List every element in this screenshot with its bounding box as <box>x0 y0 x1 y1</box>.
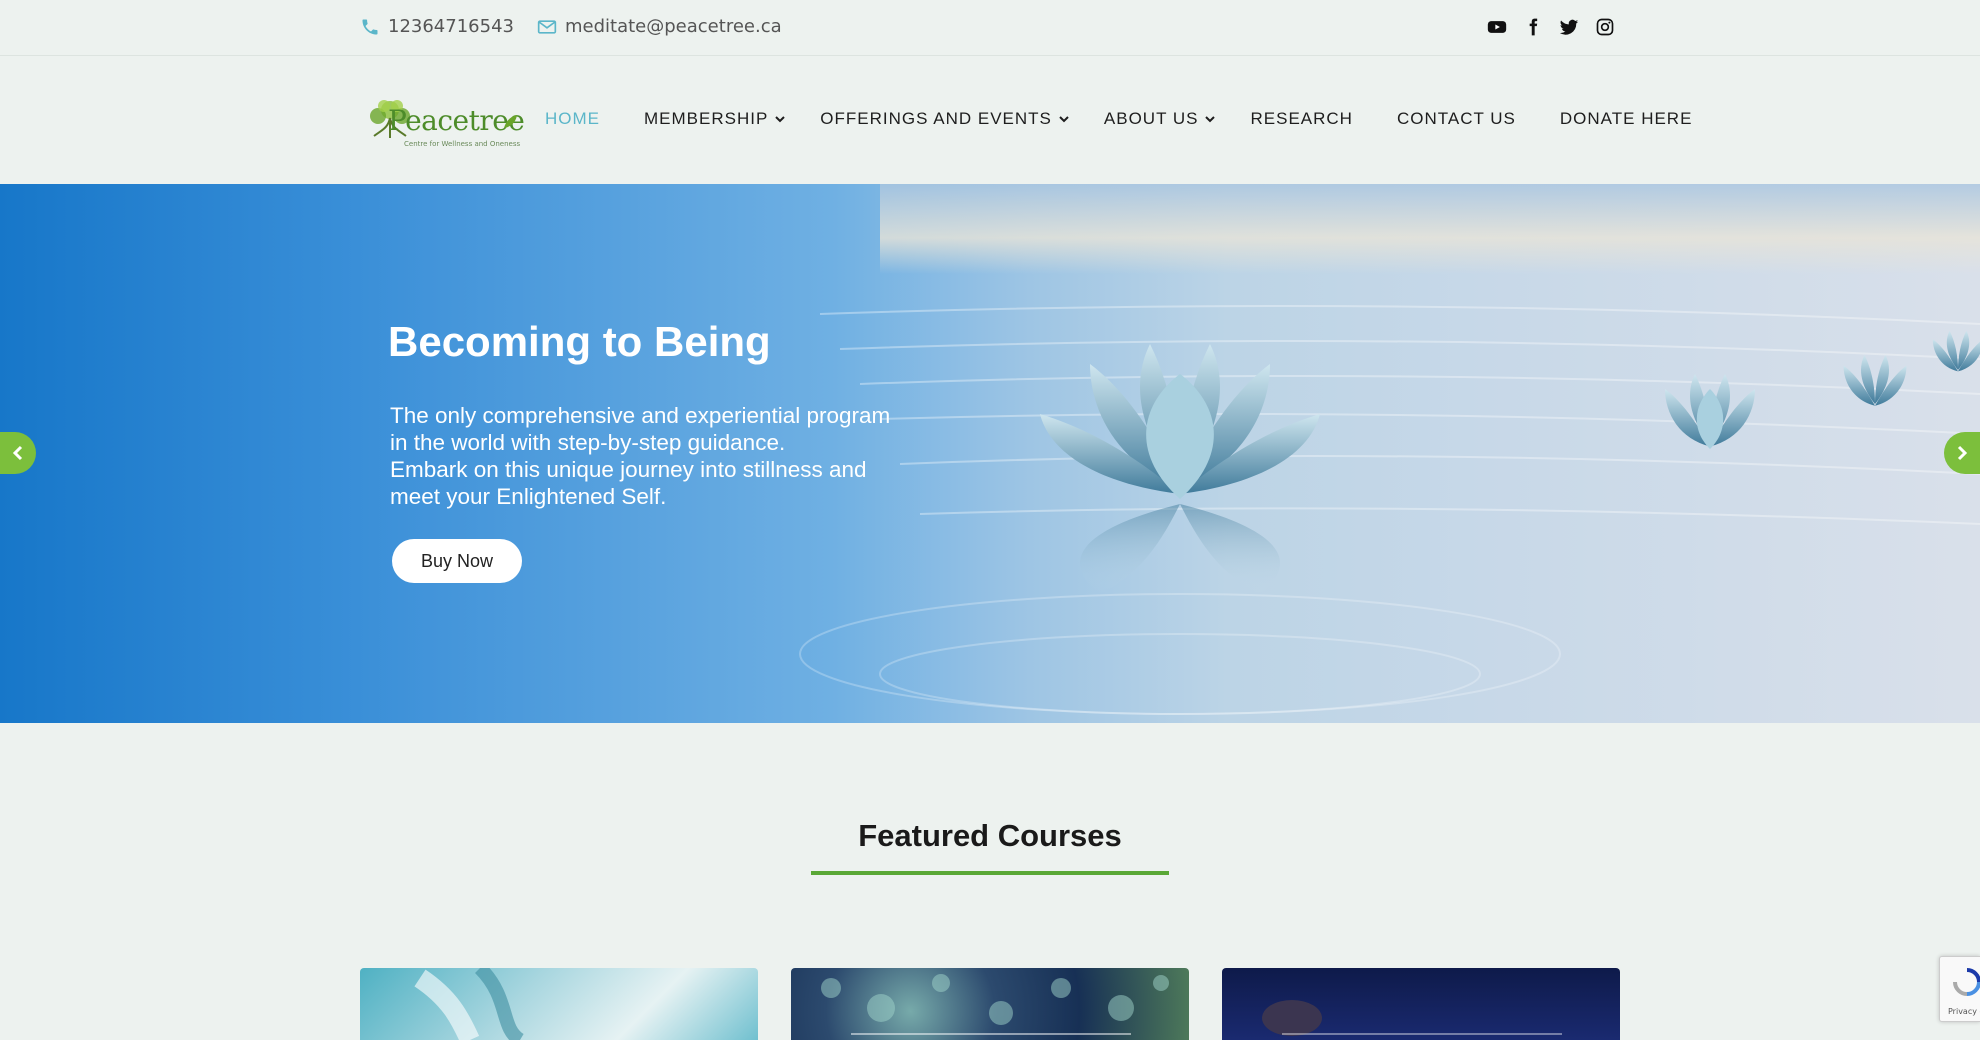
envelope-icon <box>537 19 557 34</box>
nav-item-donate-here[interactable]: DONATE HERE <box>1560 109 1693 129</box>
hero-description: The only comprehensive and experiential … <box>390 402 950 510</box>
nav-label: CONTACT US <box>1396 109 1516 128</box>
nav-item-membership[interactable]: MEMBERSHIP <box>644 109 786 129</box>
slider-next-button[interactable] <box>1944 432 1980 474</box>
chevron-down-icon <box>775 116 786 123</box>
chevron-right-icon <box>1957 445 1968 461</box>
buy-now-button[interactable]: Buy Now <box>392 539 522 583</box>
heading-underline <box>811 871 1169 875</box>
recaptcha-icon <box>1953 968 1980 996</box>
site-header: Peacetree Centre for Wellness and Onenes… <box>0 56 1980 184</box>
email-address: meditate@peacetree.ca <box>565 16 782 37</box>
course-image <box>1262 1000 1562 1036</box>
main-navigation: HOME MEMBERSHIP OFFERINGS AND EVENTS ABO… <box>545 109 1692 129</box>
course-card[interactable] <box>360 968 758 1040</box>
course-image <box>414 968 525 1040</box>
youtube-icon[interactable] <box>1487 16 1507 38</box>
nav-item-research[interactable]: RESEARCH <box>1250 109 1352 129</box>
chevron-down-icon <box>1059 116 1069 123</box>
recaptcha-badge[interactable]: Privacy - <box>1939 956 1980 1022</box>
hero-line: Embark on this unique journey into still… <box>390 457 867 482</box>
hero-line: in the world with step-by-step guidance. <box>390 430 786 455</box>
hero-line: meet your Enlightened Self. <box>390 484 667 509</box>
leaf-icon <box>504 115 517 128</box>
nav-label: RESEARCH <box>1250 109 1353 128</box>
course-image <box>821 974 1169 1035</box>
peacetree-logo[interactable]: Peacetree Centre for Wellness and Onenes… <box>360 96 525 152</box>
nav-item-home[interactable]: HOME <box>545 109 600 129</box>
nav-item-offerings-and-events[interactable]: OFFERINGS AND EVENTS <box>820 109 1070 129</box>
nav-label: MEMBERSHIP <box>644 109 769 128</box>
recaptcha-privacy-text: Privacy - <box>1948 1007 1980 1016</box>
chevron-down-icon <box>1205 116 1216 123</box>
hero-title: Becoming to Being <box>388 318 771 365</box>
phone-icon <box>362 19 378 34</box>
twitter-icon[interactable] <box>1559 16 1579 38</box>
course-card[interactable] <box>791 968 1189 1040</box>
top-bar: 12364716543 meditate@peacetree.ca <box>0 0 1980 56</box>
nav-label: DONATE HERE <box>1559 109 1693 128</box>
instagram-icon[interactable] <box>1595 16 1615 38</box>
featured-courses-heading: Featured Courses <box>858 818 1122 853</box>
nav-item-contact-us[interactable]: CONTACT US <box>1397 109 1516 129</box>
phone-number: 12364716543 <box>388 16 514 37</box>
nav-label: OFFERINGS AND EVENTS <box>820 109 1052 128</box>
email-contact[interactable]: meditate@peacetree.ca <box>537 16 782 37</box>
course-card[interactable] <box>1222 968 1620 1040</box>
hero-slider: Becoming to Being The only comprehensive… <box>0 184 1980 723</box>
nav-label: ABOUT US <box>1103 109 1199 128</box>
hero-line: The only comprehensive and experiential … <box>390 403 891 428</box>
phone-contact[interactable]: 12364716543 <box>360 16 514 37</box>
nav-label: HOME <box>545 109 600 128</box>
facebook-icon[interactable] <box>1523 16 1543 38</box>
logo-tagline: Centre for Wellness and Oneness <box>404 140 521 148</box>
social-links <box>1487 16 1615 38</box>
chevron-left-icon <box>12 445 23 461</box>
nav-item-about-us[interactable]: ABOUT US <box>1104 109 1217 129</box>
